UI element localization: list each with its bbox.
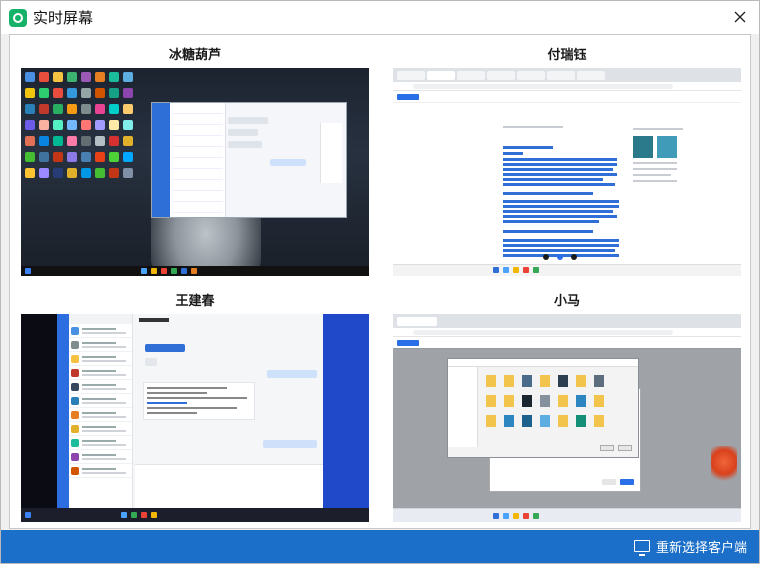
blue-side-panel xyxy=(323,314,369,508)
file-open-dialog xyxy=(447,358,639,458)
screen-share-icon xyxy=(9,8,27,27)
client-panel-1[interactable]: 冰糖葫芦 xyxy=(21,44,369,278)
client-name: 冰糖葫芦 xyxy=(168,47,221,62)
monitor-icon xyxy=(633,540,650,556)
side-panel xyxy=(633,128,693,208)
client-name: 付瑞钰 xyxy=(547,47,587,62)
remote-chat-window xyxy=(151,102,347,218)
title-bar: 实时屏幕 xyxy=(1,1,759,34)
taskbar xyxy=(21,266,369,276)
client-screen-thumbnail[interactable] xyxy=(21,314,369,522)
client-name: 王建春 xyxy=(175,293,215,308)
reselect-client-button[interactable]: 重新选择客户端 xyxy=(633,536,747,556)
client-name: 小马 xyxy=(553,293,580,308)
client-screen-thumbnail[interactable] xyxy=(393,68,741,276)
close-icon xyxy=(734,11,746,23)
taskbar xyxy=(393,264,741,276)
client-screen-thumbnail[interactable] xyxy=(393,314,741,522)
screen-grid: 冰糖葫芦 付瑞钰 王建春 小马 xyxy=(9,34,751,529)
desktop-icons xyxy=(25,72,135,252)
client-panel-2[interactable]: 付瑞钰 xyxy=(393,44,741,278)
remote-chat-window xyxy=(57,314,323,508)
client-screen-thumbnail[interactable] xyxy=(21,68,369,276)
close-button[interactable] xyxy=(729,7,751,27)
mascot-figure xyxy=(711,446,737,486)
main-window: 实时屏幕 冰糖葫芦 付瑞钰 王建春 小马 重新选择客户端 xyxy=(0,0,760,564)
window-title: 实时屏幕 xyxy=(33,10,94,27)
client-panel-4[interactable]: 小马 xyxy=(393,290,741,524)
document-page xyxy=(503,112,621,262)
taskbar xyxy=(21,508,369,522)
footer-bar: 重新选择客户端 xyxy=(1,530,759,563)
reselect-label: 重新选择客户端 xyxy=(655,539,747,555)
client-panel-3[interactable]: 王建春 xyxy=(21,290,369,524)
taskbar xyxy=(393,508,741,522)
